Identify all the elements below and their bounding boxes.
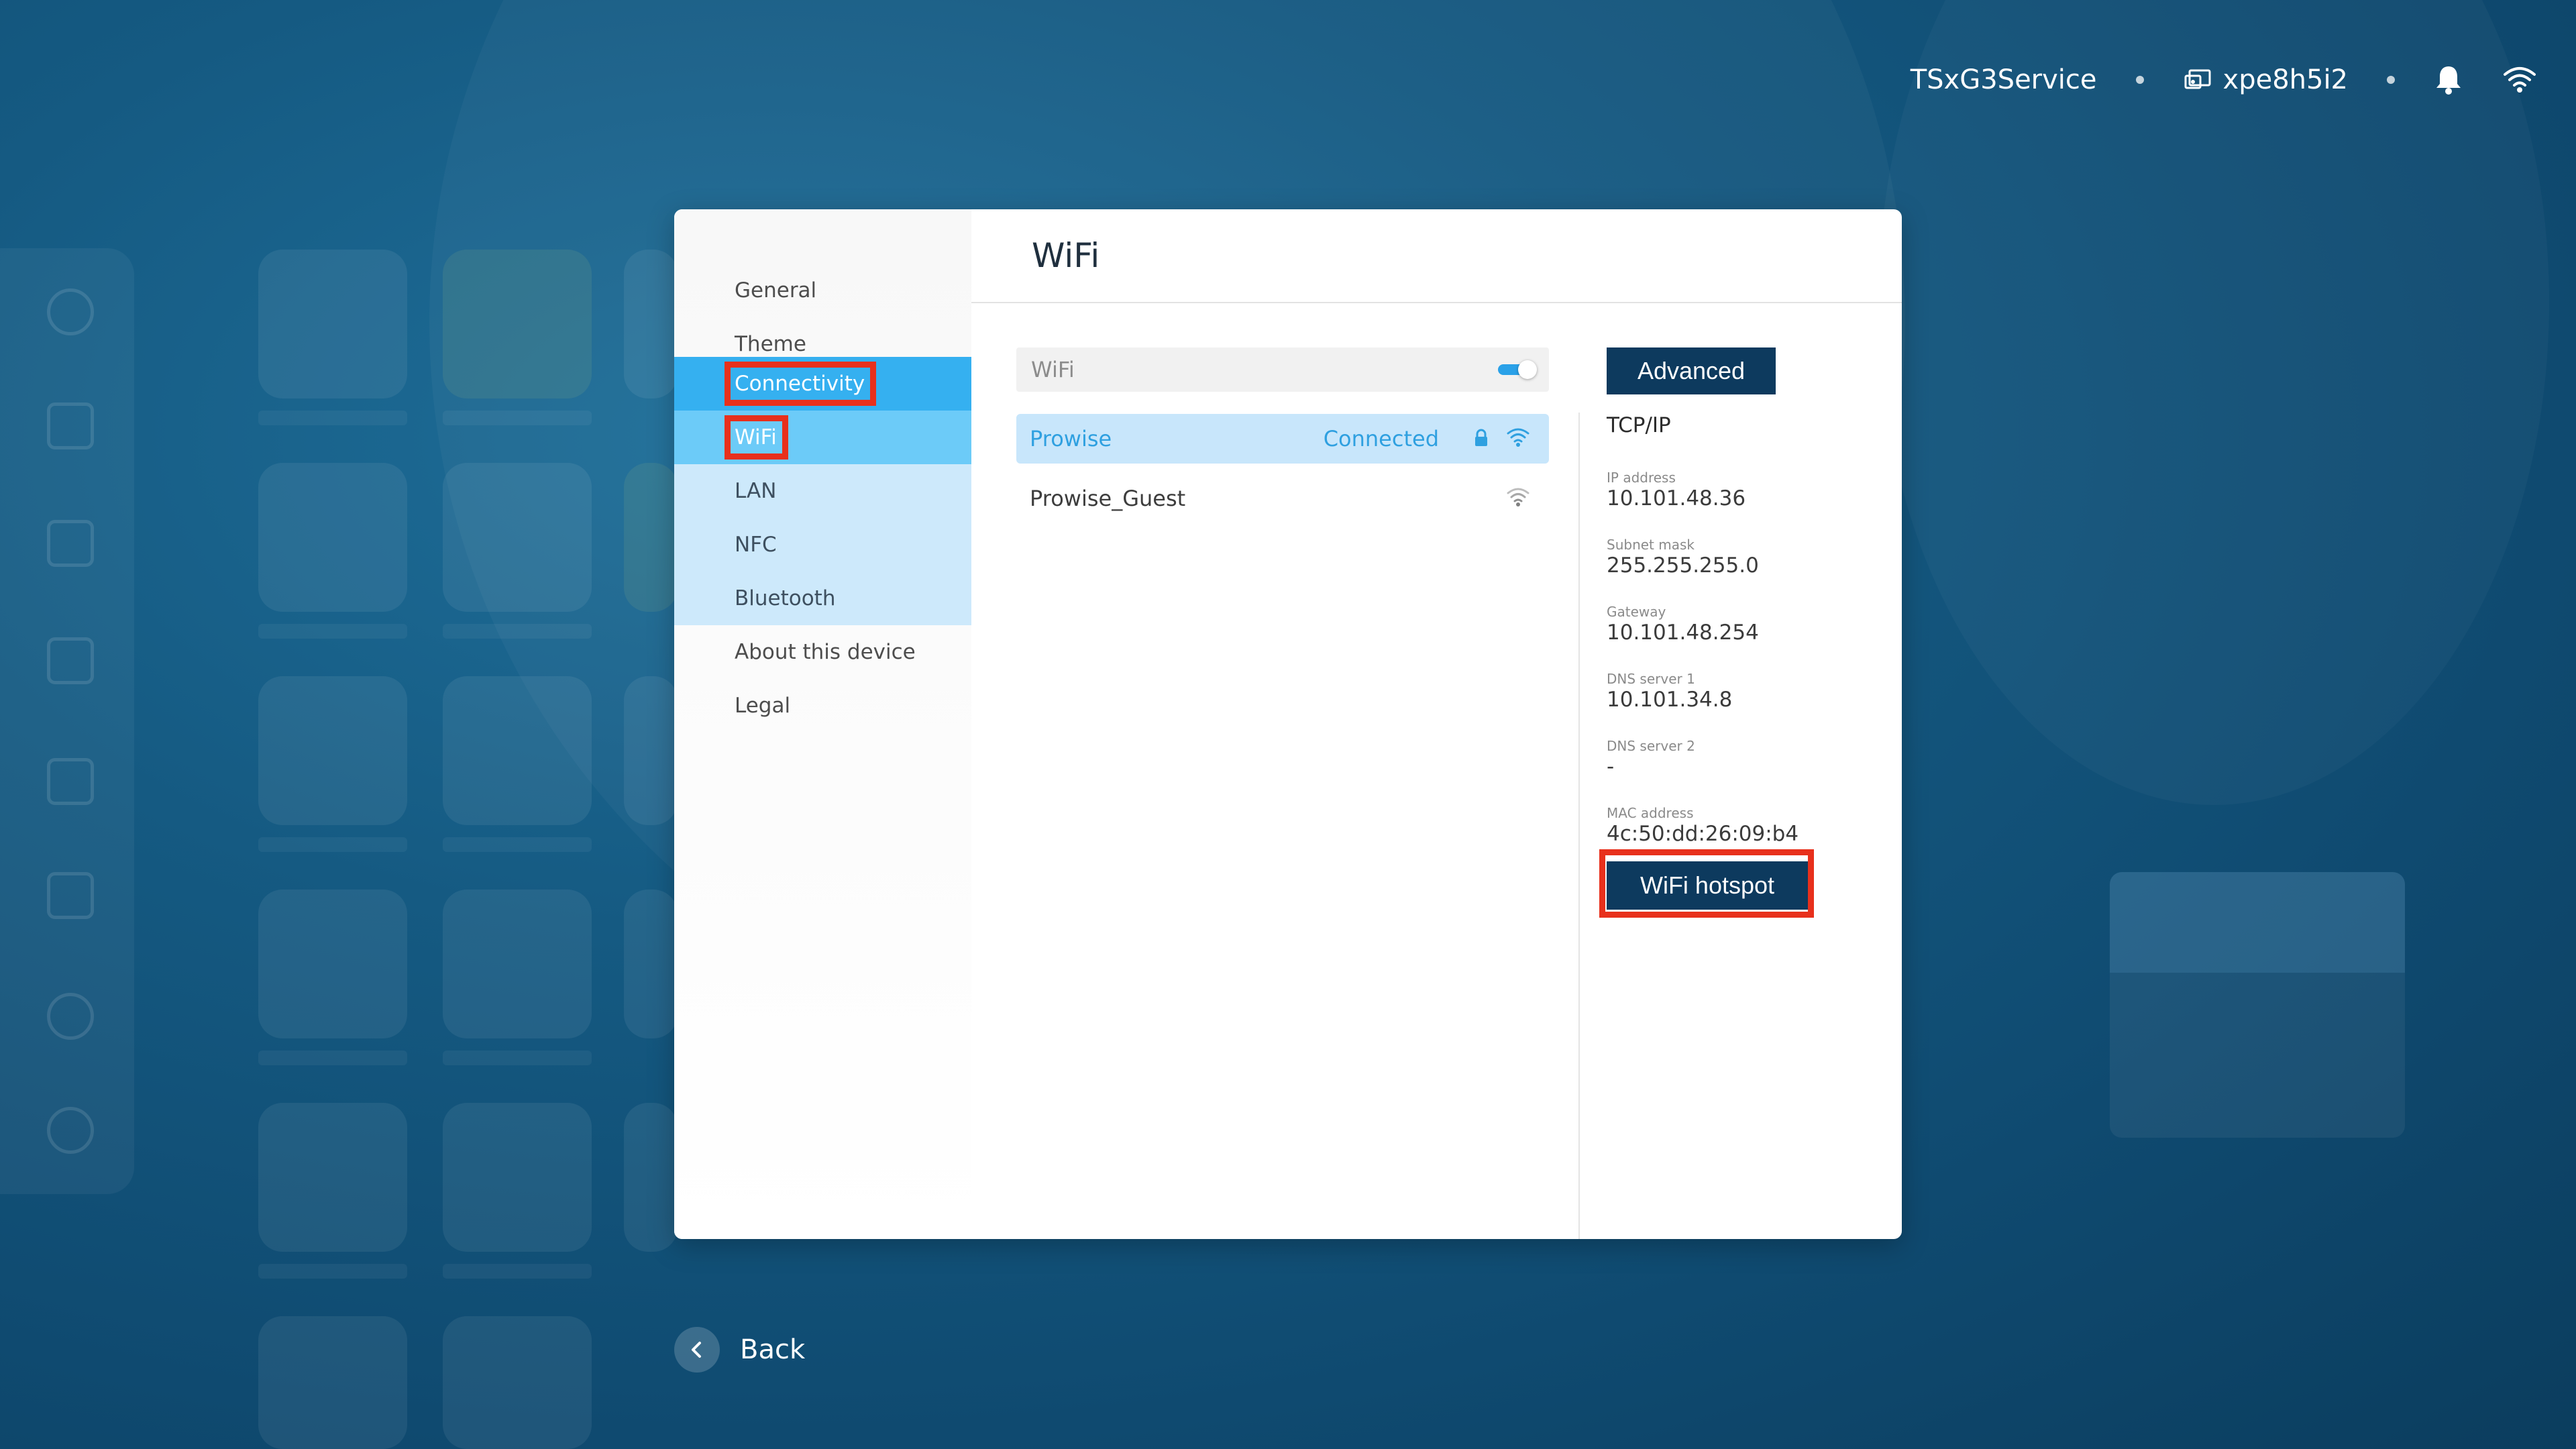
back-button[interactable]: Back xyxy=(674,1327,805,1373)
field-value: 10.101.34.8 xyxy=(1607,688,1733,712)
field-value: 10.101.48.36 xyxy=(1607,486,1746,511)
sidebar-item-bluetooth[interactable]: Bluetooth xyxy=(674,572,971,625)
device-code[interactable]: xpe8h5i2 xyxy=(2183,64,2348,95)
lock-icon xyxy=(1474,429,1489,450)
sidebar-item-legal[interactable]: Legal xyxy=(674,679,971,733)
sidebar-item-about[interactable]: About this device xyxy=(674,625,971,679)
wifi-toggle-label: WiFi xyxy=(1031,357,1075,382)
field-label: DNS server 2 xyxy=(1607,738,1695,754)
network-item-prowise[interactable]: Prowise Connected xyxy=(1016,414,1549,464)
wifi-toggle-row: WiFi xyxy=(1016,347,1549,392)
field-label: MAC address xyxy=(1607,805,1694,821)
status-bar: TSxG3Service xpe8h5i2 xyxy=(1911,56,2537,103)
sidebar-item-general[interactable]: General xyxy=(674,264,971,317)
mac-address-field: MAC address 4c:50:dd:26:09:b4 xyxy=(1607,805,1799,847)
ip-address-field: IP address 10.101.48.36 xyxy=(1607,470,1746,511)
field-label: Gateway xyxy=(1607,604,1666,620)
wifi-icon[interactable] xyxy=(2502,66,2537,93)
network-name: Prowise xyxy=(1030,426,1112,451)
wifi-signal-icon xyxy=(1506,427,1530,450)
bell-icon[interactable] xyxy=(2434,64,2463,96)
sidebar-item-wifi[interactable]: WiFi xyxy=(674,411,971,464)
sidebar-item-label: Connectivity xyxy=(724,362,877,406)
cast-icon xyxy=(2183,66,2212,93)
advanced-button[interactable]: Advanced xyxy=(1607,347,1776,394)
sidebar-item-lan[interactable]: LAN xyxy=(674,464,971,518)
panel-divider xyxy=(1578,413,1580,1239)
field-value: 10.101.48.254 xyxy=(1607,621,1759,645)
chevron-left-icon xyxy=(674,1327,720,1373)
field-label: Subnet mask xyxy=(1607,537,1695,553)
field-label: DNS server 1 xyxy=(1607,671,1695,687)
field-value: - xyxy=(1607,755,1615,779)
field-value: 255.255.255.0 xyxy=(1607,553,1759,578)
service-name: TSxG3Service xyxy=(1910,64,2097,95)
dns-server-1-field: DNS server 1 10.101.34.8 xyxy=(1607,671,1732,712)
device-code-label: xpe8h5i2 xyxy=(2222,64,2348,95)
network-name: Prowise_Guest xyxy=(1030,486,1186,511)
wifi-signal-icon xyxy=(1506,487,1530,510)
back-label: Back xyxy=(740,1334,806,1365)
separator-dot xyxy=(2387,76,2395,84)
tcpip-title: TCP/IP xyxy=(1607,413,1671,437)
dns-server-2-field: DNS server 2 - xyxy=(1607,738,1695,780)
sidebar-item-nfc[interactable]: NFC xyxy=(674,518,971,572)
page-title: WiFi xyxy=(1032,236,1100,275)
network-item-prowise-guest[interactable]: Prowise_Guest xyxy=(1016,474,1549,523)
field-label: IP address xyxy=(1607,470,1676,486)
wifi-toggle-switch[interactable] xyxy=(1498,360,1537,379)
separator-dot xyxy=(2135,76,2144,84)
gateway-field: Gateway 10.101.48.254 xyxy=(1607,604,1759,645)
wifi-hotspot-button[interactable]: WiFi hotspot xyxy=(1607,861,1808,910)
background-dock xyxy=(0,248,134,1194)
settings-sidebar: General Theme Connectivity WiFi LAN NFC … xyxy=(674,209,971,1239)
sidebar-item-label: WiFi xyxy=(724,415,788,460)
dialog-header: WiFi xyxy=(971,209,1902,303)
sidebar-item-connectivity[interactable]: Connectivity xyxy=(674,357,971,411)
background-mail-widget xyxy=(2110,872,2405,1138)
network-status: Connected xyxy=(1323,426,1439,451)
subnet-mask-field: Subnet mask 255.255.255.0 xyxy=(1607,537,1759,578)
field-value: 4c:50:dd:26:09:b4 xyxy=(1607,822,1799,846)
